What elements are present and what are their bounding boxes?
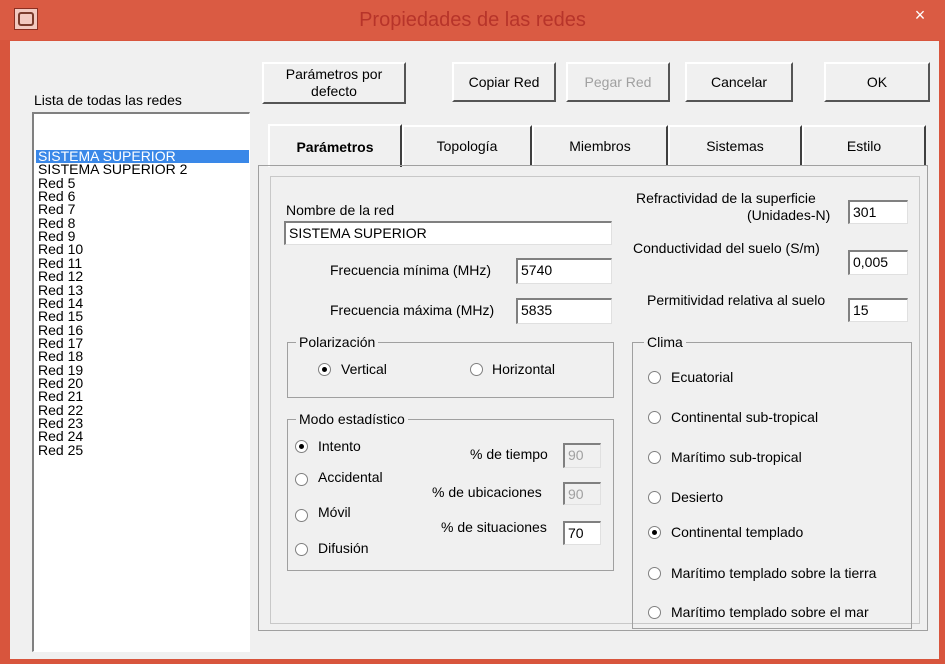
climate-option-label: Continental templado: [671, 524, 804, 540]
close-button[interactable]: ×: [900, 2, 940, 28]
refractivity-label: Refractividad de la superficie: [636, 190, 816, 206]
situations-percent-label: % de situaciones: [441, 519, 547, 535]
stat-mode-movil-label: Móvil: [318, 504, 351, 520]
refractivity-units-label: (Unidades-N): [747, 207, 831, 223]
climate-option-radio[interactable]: [648, 411, 661, 424]
copy-network-button[interactable]: Copiar Red: [452, 62, 556, 102]
max-freq-input[interactable]: 5835: [516, 298, 612, 324]
title-bar[interactable]: Propiedades de las redes ×: [0, 0, 945, 40]
time-percent-input[interactable]: 90: [563, 443, 601, 468]
tab-estilo[interactable]: Estilo: [802, 125, 926, 165]
tab-miembros[interactable]: Miembros: [532, 125, 668, 165]
climate-option-radio[interactable]: [648, 526, 661, 539]
polarization-group-label: Polarización: [296, 334, 379, 350]
window-title: Propiedades de las redes: [359, 9, 586, 31]
list-item[interactable]: Red 25: [38, 443, 83, 457]
stat-mode-difusion-label: Difusión: [318, 540, 369, 556]
climate-option-label: Ecuatorial: [671, 369, 734, 385]
max-freq-label: Frecuencia máxima (MHz): [330, 302, 495, 318]
stat-mode-group-label: Modo estadístico: [296, 411, 408, 427]
tab-parametros[interactable]: Parámetros: [268, 124, 402, 167]
climate-option-radio[interactable]: [648, 567, 661, 580]
polarization-vertical-label: Vertical: [341, 361, 387, 377]
network-list[interactable]: SISTEMA SUPERIOR SISTEMA SUPERIOR 2 Red 5R…: [32, 112, 250, 652]
climate-group-label: Clima: [644, 334, 686, 350]
conductivity-input[interactable]: 0,005: [848, 250, 908, 275]
locations-percent-input[interactable]: 90: [563, 482, 601, 505]
permittivity-label: Permitividad relativa al suelo: [647, 292, 826, 308]
time-percent-label: % de tiempo: [470, 446, 548, 462]
climate-option-label: Continental sub-tropical: [671, 409, 819, 425]
permittivity-input[interactable]: 15: [848, 298, 908, 322]
tab-topologia[interactable]: Topología: [402, 125, 532, 165]
polarization-horizontal-label: Horizontal: [492, 361, 556, 377]
stat-mode-accidental-radio[interactable]: [295, 473, 308, 486]
stat-mode-intento-radio[interactable]: [295, 440, 308, 453]
climate-option-radio[interactable]: [648, 451, 661, 464]
min-freq-label: Frecuencia mínima (MHz): [330, 262, 492, 278]
climate-option-label: Marítimo sub-tropical: [671, 449, 802, 465]
polarization-group: [287, 342, 614, 398]
paste-network-button[interactable]: Pegar Red: [566, 62, 670, 102]
min-freq-input[interactable]: 5740: [516, 258, 612, 284]
climate-option-label: Marítimo templado sobre la tierra: [671, 565, 877, 581]
default-params-button[interactable]: Parámetros por defecto: [262, 62, 406, 104]
network-name-input[interactable]: SISTEMA SUPERIOR: [284, 221, 612, 245]
situations-percent-input[interactable]: 70: [563, 521, 601, 545]
polarization-horizontal-radio[interactable]: [470, 363, 483, 376]
climate-option-radio[interactable]: [648, 606, 661, 619]
climate-group: [632, 342, 912, 629]
climate-option-radio[interactable]: [648, 371, 661, 384]
climate-option-label: Desierto: [671, 489, 724, 505]
network-list-label: Lista de todas las redes: [34, 92, 182, 108]
stat-mode-difusion-radio[interactable]: [295, 543, 308, 556]
locations-percent-label: % de ubicaciones: [432, 484, 542, 500]
cancel-button[interactable]: Cancelar: [685, 62, 793, 102]
ok-button[interactable]: OK: [824, 62, 930, 102]
climate-option-radio[interactable]: [648, 491, 661, 504]
polarization-vertical-radio[interactable]: [318, 363, 331, 376]
conductivity-label: Conductividad del suelo (S/m): [633, 240, 820, 256]
stat-mode-accidental-label: Accidental: [318, 469, 383, 485]
stat-mode-movil-radio[interactable]: [295, 509, 308, 522]
network-name-label: Nombre de la red: [286, 202, 395, 218]
stat-mode-intento-label: Intento: [318, 438, 361, 454]
climate-option-label: Marítimo templado sobre el mar: [671, 604, 869, 620]
refractivity-input[interactable]: 301: [848, 200, 908, 224]
tab-sistemas[interactable]: Sistemas: [668, 125, 802, 165]
